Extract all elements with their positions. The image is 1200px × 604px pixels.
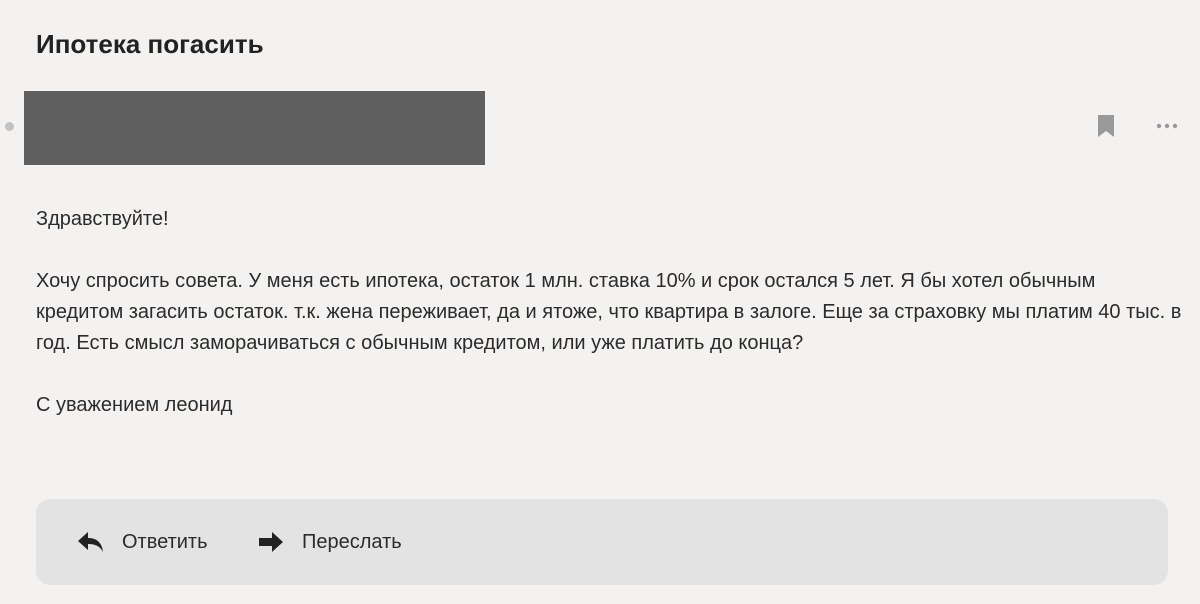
sender-info-redacted [24, 91, 485, 165]
forward-button-label: Переслать [302, 530, 402, 553]
message-action-bar: Ответить Переслать [36, 499, 1168, 585]
more-icon[interactable] [1155, 115, 1179, 137]
reply-button-label: Ответить [122, 530, 208, 553]
message-greeting: Здравствуйте! [36, 208, 169, 230]
reply-arrow-icon [78, 532, 103, 552]
message-subject: Ипотека погасить [36, 29, 264, 59]
message-paragraph: Хочу спросить совета. У меня есть ипотек… [36, 270, 1182, 354]
reply-button[interactable]: Ответить [78, 527, 208, 557]
unread-dot-icon[interactable] [5, 122, 14, 131]
forward-button[interactable]: Переслать [258, 527, 402, 557]
forward-arrow-icon [259, 532, 283, 552]
message-body: Здравствуйте! Хочу спросить совета. У ме… [36, 204, 1186, 421]
bookmark-icon[interactable] [1098, 115, 1114, 137]
message-signature: С уважением леонид [36, 394, 233, 416]
mail-message-view: Ипотека погасить Здравствуйте! Хочу спро… [0, 0, 1200, 604]
